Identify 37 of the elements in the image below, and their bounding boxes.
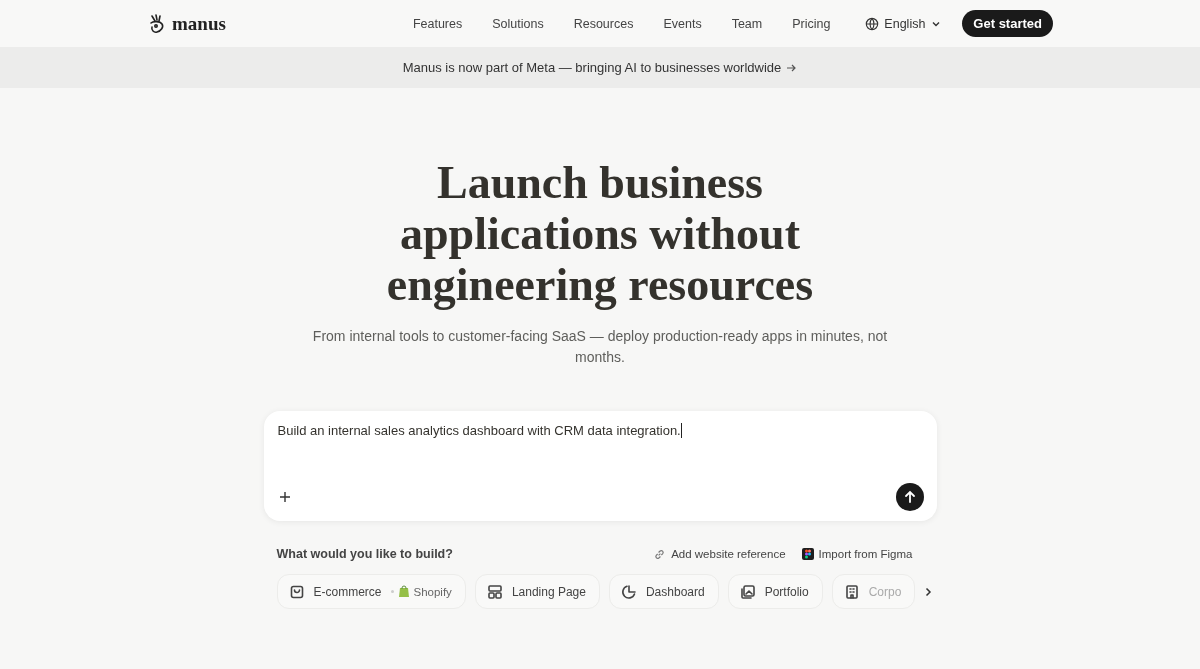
link-icon <box>653 547 667 561</box>
pie-chart-icon <box>620 583 637 600</box>
nav-link[interactable]: Pricing <box>792 16 831 31</box>
arrow-up-icon <box>902 490 917 504</box>
add-button[interactable] <box>277 490 292 504</box>
import-figma-link[interactable]: Import from Figma <box>801 547 913 561</box>
nav-link[interactable]: Events <box>663 16 702 31</box>
layout-icon <box>486 583 503 600</box>
globe-icon <box>865 16 880 31</box>
get-started-button[interactable]: Get started <box>962 10 1053 37</box>
category-chip[interactable]: Landing Page <box>474 574 600 609</box>
plus-icon <box>277 490 292 504</box>
hero-title: Launch business applications without engineering resources <box>385 157 815 310</box>
nav-link[interactable]: Resources <box>573 16 634 31</box>
nav-link[interactable]: Solutions <box>492 16 544 31</box>
nav-link[interactable]: Features <box>412 16 463 31</box>
shopify-label: Shopify <box>413 585 452 598</box>
add-reference-link[interactable]: Add website reference <box>653 547 786 561</box>
figma-logo-icon <box>801 548 814 560</box>
send-button[interactable] <box>895 483 924 511</box>
text-cursor <box>680 423 682 438</box>
category-chip[interactable]: Dashboard <box>608 574 719 609</box>
announcement-link[interactable]: Manus is now part of Meta — bringing AI to businesses worldwide <box>402 60 782 75</box>
logo-text[interactable]: manus <box>172 12 226 35</box>
nav-link[interactable]: Team <box>731 16 763 31</box>
logo-icon <box>148 13 166 34</box>
prompt-text: Build an internal sales analytics dashboard with CRM data integration. <box>277 423 681 438</box>
build-prompt-label: What would you like to build? <box>276 547 453 561</box>
shopping-bag-logo-icon <box>397 585 410 598</box>
building-icon <box>843 583 860 600</box>
images-icon <box>739 583 756 600</box>
category-chip[interactable]: Portfolio <box>727 574 823 609</box>
bag-icon <box>288 583 305 600</box>
category-chip[interactable]: E-commerce Shopify <box>276 574 466 609</box>
prompt-box[interactable]: Build an internal sales analytics dashboard with CRM data integration. <box>263 411 937 521</box>
hero-subtitle: From internal tools to customer-facing SaaS — deploy production-ready apps in minutes, not months. <box>311 327 889 367</box>
language-selector[interactable]: English <box>865 16 943 31</box>
